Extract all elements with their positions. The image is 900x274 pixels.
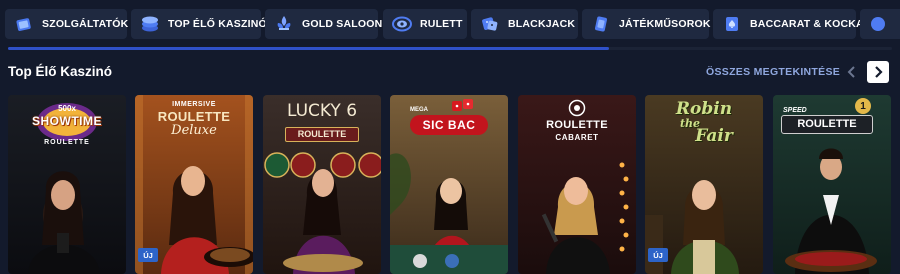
tab-label: BACCARAT & KOCKA xyxy=(750,18,864,30)
game-thumbnail xyxy=(263,95,381,274)
game-card-showtime-roulette[interactable]: 500x SHOWTIME ROULETTE xyxy=(8,95,126,274)
tabs-scrollbar-thumb[interactable] xyxy=(8,47,610,50)
new-badge: ÚJ xyxy=(648,248,668,262)
chips-icon xyxy=(140,14,160,34)
game-logo-main: ROULETTE xyxy=(546,119,608,131)
game-logo-top: MEGA xyxy=(410,107,428,113)
game-card-lucky-6-roulette[interactable]: LUCKY 6 ROULETTE xyxy=(263,95,381,274)
game-logo-top: 500x xyxy=(58,104,76,113)
game-card-speed-roulette[interactable]: SPEED ROULETTE 1 xyxy=(773,95,891,274)
carousel-prev-button[interactable] xyxy=(841,61,863,83)
more-icon xyxy=(868,14,888,34)
game-card-mega-sic-bac[interactable]: MEGA SIC BAC xyxy=(390,95,508,274)
section-title: Top Élő Kaszinó xyxy=(8,64,112,79)
game-logo-main: LUCKY 6 xyxy=(286,101,358,121)
tab-top-live-casino[interactable]: TOP ÉLŐ KASZINÓ xyxy=(131,9,267,39)
game-card-robin-the-fair[interactable]: Robin the Fair ÚJ xyxy=(645,95,763,274)
card-icon xyxy=(591,14,611,34)
cabaret-roulette-icon xyxy=(568,99,586,117)
card-spade-icon xyxy=(722,14,742,34)
tab-blackjack[interactable]: BLACKJACK xyxy=(471,9,578,39)
game-card-roulette-cabaret[interactable]: ROULETTE CABARET xyxy=(518,95,636,274)
tab-game-shows[interactable]: JÁTÉKMŰSOROK xyxy=(582,9,711,39)
tab-label: BLACKJACK xyxy=(508,18,576,30)
new-badge: ÚJ xyxy=(138,248,158,262)
tab-label: TOP ÉLŐ KASZINÓ xyxy=(168,18,267,30)
tab-label: SZOLGÁLTATÓK xyxy=(42,18,129,30)
category-tabs: SZOLGÁLTATÓK TOP ÉLŐ KASZINÓ GOLD SALOON… xyxy=(0,0,900,48)
fleur-de-lis-icon xyxy=(274,14,294,34)
tab-roulette[interactable]: RULETT xyxy=(383,9,467,39)
carousel-next-button[interactable] xyxy=(867,61,889,83)
game-card-immersive-roulette-deluxe[interactable]: IMMERSIVE ROULETTE Deluxe ÚJ xyxy=(135,95,253,274)
game-logo-main: ROULETTE xyxy=(781,115,873,134)
game-logo-sub: Deluxe xyxy=(171,123,217,138)
game-logo-sub: ROULETTE xyxy=(44,139,90,146)
providers-icon xyxy=(14,14,34,34)
game-logo-line-3: Fair xyxy=(695,126,733,146)
tabs-scrollbar[interactable] xyxy=(8,47,892,50)
game-logo-main: SIC BAC xyxy=(410,115,488,135)
chevron-right-icon xyxy=(875,66,883,78)
dice-icon xyxy=(480,14,500,34)
tab-label: JÁTÉKMŰSOROK xyxy=(619,18,711,30)
tab-gold-saloon[interactable]: GOLD SALOON xyxy=(265,9,382,39)
tab-providers[interactable]: SZOLGÁLTATÓK xyxy=(5,9,129,39)
dice-decoration-icon xyxy=(452,99,473,111)
game-logo-sub: ROULETTE xyxy=(285,127,359,142)
game-logo-sub: CABARET xyxy=(555,133,599,142)
roulette-icon xyxy=(392,14,412,34)
chevron-left-icon xyxy=(847,66,855,78)
tab-label: GOLD SALOON xyxy=(302,18,383,30)
tab-more[interactable] xyxy=(860,9,900,39)
speed-badge: 1 xyxy=(855,98,871,114)
game-logo-main: ROULETTE xyxy=(157,109,231,124)
tab-baccarat-dice[interactable]: BACCARAT & KOCKA xyxy=(713,9,864,39)
game-logo-line-1: Robin xyxy=(675,99,733,119)
game-logo-top: IMMERSIVE xyxy=(172,101,216,108)
game-logo-main: SHOWTIME xyxy=(32,114,102,128)
game-logo-top: SPEED xyxy=(783,107,807,114)
see-all-link[interactable]: ÖSSZES MEGTEKINTÉSE xyxy=(706,66,840,78)
tab-label: RULETT xyxy=(420,18,463,30)
